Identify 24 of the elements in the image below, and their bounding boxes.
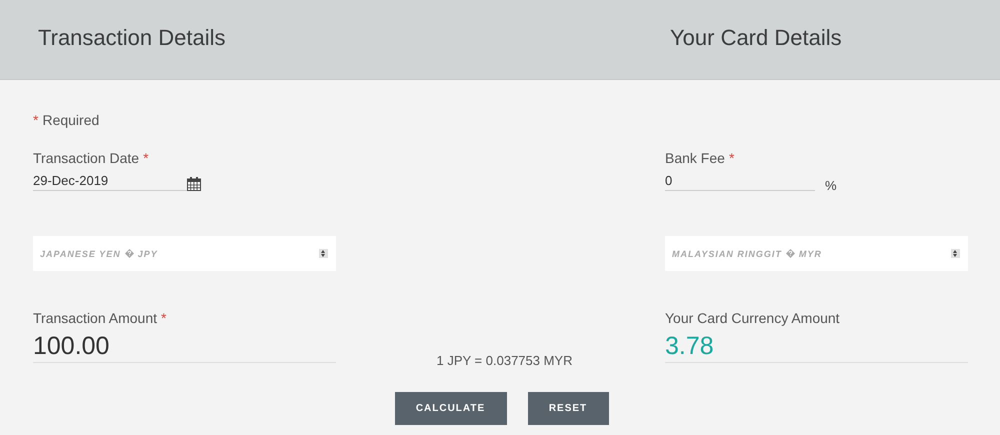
required-mark: * — [161, 310, 166, 326]
section-title: Transaction Details — [37, 24, 226, 52]
required-mark: * — [33, 112, 38, 128]
amount-field[interactable]: 100.00 — [33, 332, 336, 363]
sort-icon — [951, 249, 960, 258]
percent-unit: % — [825, 178, 837, 193]
calculate-button[interactable]: CALCULATE — [394, 392, 506, 425]
sort-icon — [319, 249, 328, 258]
required-mark: * — [143, 150, 149, 166]
field-label: Your Card Currency Amount — [665, 310, 840, 326]
question-diamond-icon — [124, 249, 134, 258]
required-note: Required — [42, 112, 100, 128]
field-label: Transaction Date — [33, 150, 140, 166]
exchange-rate: 1 JPY = 0.037753 MYR — [436, 353, 572, 368]
field-label: Bank Fee — [665, 150, 725, 166]
bank-fee-field[interactable]: 0 — [665, 173, 815, 191]
section-title: Your Card Details — [669, 24, 843, 52]
date-field[interactable]: 29-Dec-2019 — [33, 173, 187, 191]
question-diamond-icon — [786, 249, 795, 258]
converted-amount: 3.78 — [665, 332, 968, 363]
calendar-icon[interactable] — [187, 177, 201, 191]
reset-button[interactable]: RESET — [528, 392, 608, 425]
required-mark: * — [728, 150, 734, 166]
field-label: Transaction Amount — [33, 310, 157, 326]
